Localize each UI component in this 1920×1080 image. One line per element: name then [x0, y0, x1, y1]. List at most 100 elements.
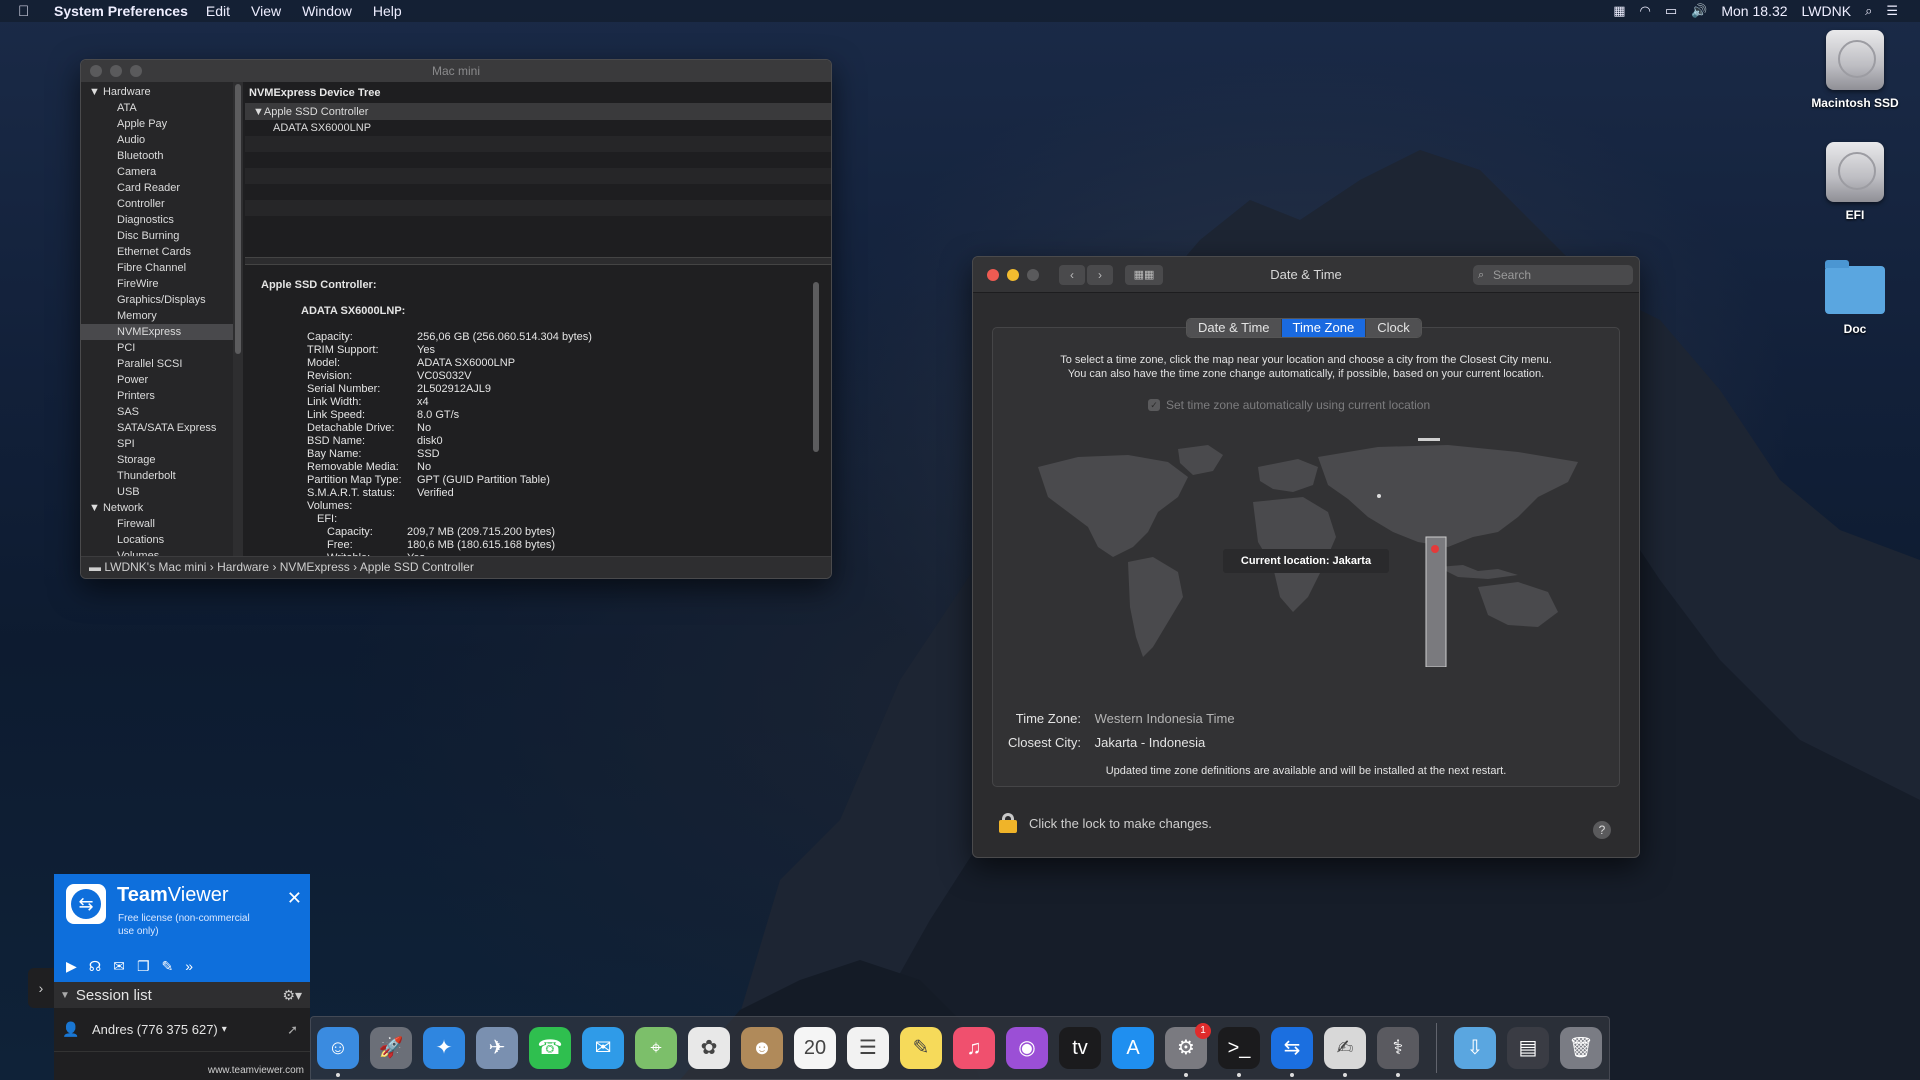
- menu-help[interactable]: Help: [373, 3, 402, 19]
- reminders-icon[interactable]: ☰: [847, 1027, 889, 1069]
- forward-button[interactable]: ›: [1087, 264, 1113, 285]
- tv-icon[interactable]: tv: [1059, 1027, 1101, 1069]
- show-all-button[interactable]: ▦▦: [1125, 264, 1163, 285]
- disclosure-triangle-icon[interactable]: ▼: [89, 86, 103, 98]
- menubar-user[interactable]: LWDNK: [1802, 3, 1852, 19]
- device-tree-row[interactable]: [245, 216, 831, 232]
- tab-time-zone[interactable]: Time Zone: [1281, 319, 1367, 337]
- tools-icon[interactable]: ✎: [162, 958, 174, 975]
- minimize-button[interactable]: [1007, 268, 1019, 281]
- checkbox-checked-icon[interactable]: ✓: [1148, 399, 1160, 411]
- video-icon[interactable]: ▶: [66, 958, 77, 975]
- lock-icon[interactable]: [999, 813, 1017, 833]
- sidebar-item[interactable]: FireWire: [81, 276, 233, 292]
- messages-icon[interactable]: ✉: [582, 1027, 624, 1069]
- auto-time-zone-checkbox[interactable]: ✓ Set time zone automatically using curr…: [1148, 398, 1430, 412]
- menubar-app-name[interactable]: System Preferences: [54, 3, 188, 19]
- sidebar-item[interactable]: Printers: [81, 388, 233, 404]
- device-tree-row[interactable]: [245, 152, 831, 168]
- menubar-clock[interactable]: Mon 18.32: [1721, 3, 1787, 19]
- maps-icon[interactable]: ⌖: [635, 1027, 677, 1069]
- gear-icon[interactable]: ⚙▾: [282, 987, 302, 1004]
- wifi-icon[interactable]: ◠: [1640, 3, 1651, 19]
- device-tree-row[interactable]: [245, 200, 831, 216]
- device-tree-row[interactable]: [245, 136, 831, 152]
- tab-clock[interactable]: Clock: [1366, 319, 1421, 337]
- menu-window[interactable]: Window: [302, 3, 352, 19]
- sidebar-item[interactable]: Apple Pay: [81, 116, 233, 132]
- split-view-divider[interactable]: [245, 257, 831, 265]
- teamviewer-url[interactable]: www.teamviewer.com: [208, 1065, 304, 1076]
- app-store-icon[interactable]: A: [1112, 1027, 1154, 1069]
- window-titlebar[interactable]: Mac mini: [81, 60, 831, 82]
- facetime-icon[interactable]: ☎: [529, 1027, 571, 1069]
- sidebar-item[interactable]: Locations: [81, 532, 233, 548]
- device-tree-row[interactable]: [245, 184, 831, 200]
- sidebar-item[interactable]: Controller: [81, 196, 233, 212]
- notes-icon[interactable]: ✎: [900, 1027, 942, 1069]
- device-tree-header[interactable]: NVMExpress Device Tree: [245, 82, 831, 104]
- collapse-triangle-icon[interactable]: ▼: [60, 990, 70, 1001]
- sidebar-item[interactable]: Memory: [81, 308, 233, 324]
- files-icon[interactable]: ❐: [137, 958, 150, 975]
- activity-monitor-icon[interactable]: ▦: [1613, 3, 1625, 19]
- teamviewer-icon[interactable]: ⇆: [1271, 1027, 1313, 1077]
- launchpad-icon[interactable]: 🚀: [370, 1027, 412, 1069]
- airplay-icon[interactable]: ▭: [1665, 3, 1677, 19]
- sidebar-item[interactable]: Volumes: [81, 548, 233, 556]
- volume-icon[interactable]: 🔊: [1691, 3, 1707, 19]
- sidebar-item[interactable]: Bluetooth: [81, 148, 233, 164]
- contacts-icon[interactable]: ☻: [741, 1027, 783, 1069]
- window-toolbar[interactable]: ‹ › ▦▦ Date & Time ⌕ Search: [973, 257, 1639, 293]
- podcasts-icon[interactable]: ◉: [1006, 1027, 1048, 1069]
- device-tree-row[interactable]: [245, 168, 831, 184]
- sidebar-item[interactable]: Storage: [81, 452, 233, 468]
- more-icon[interactable]: »: [185, 958, 193, 975]
- sidebar-item[interactable]: SATA/SATA Express: [81, 420, 233, 436]
- spotlight-search-icon[interactable]: ⌕: [1865, 3, 1872, 19]
- disclosure-triangle-icon[interactable]: ▼: [89, 502, 103, 514]
- search-field[interactable]: ⌕ Search: [1473, 265, 1633, 285]
- tab-date-time[interactable]: Date & Time: [1187, 319, 1282, 337]
- terminal-icon[interactable]: >_: [1218, 1027, 1260, 1077]
- sidebar-group[interactable]: ▼ Network: [81, 500, 233, 516]
- sidebar-item[interactable]: SAS: [81, 404, 233, 420]
- finder-icon[interactable]: ☺: [317, 1027, 359, 1077]
- teamviewer-expand-tab[interactable]: ›: [28, 968, 54, 1008]
- sidebar-item[interactable]: ATA: [81, 100, 233, 116]
- notification-center-icon[interactable]: ☰: [1886, 3, 1898, 19]
- detail-scrollbar[interactable]: [813, 282, 819, 452]
- chat-icon[interactable]: ✉: [113, 958, 125, 975]
- sidebar-item[interactable]: Fibre Channel: [81, 260, 233, 276]
- desktop-icon-doc[interactable]: Doc: [1790, 256, 1920, 336]
- safari-icon[interactable]: ✦: [423, 1027, 465, 1069]
- help-button[interactable]: ?: [1593, 821, 1611, 839]
- remote-control-icon[interactable]: ➚: [287, 1022, 298, 1038]
- close-icon[interactable]: ✕: [287, 888, 302, 909]
- photos-icon[interactable]: ✿: [688, 1027, 730, 1069]
- zoom-button[interactable]: [1027, 268, 1039, 281]
- music-icon[interactable]: ♫: [953, 1027, 995, 1069]
- desktop-icon-efi[interactable]: EFI: [1790, 142, 1920, 222]
- sidebar-item[interactable]: Ethernet Cards: [81, 244, 233, 260]
- sidebar-item[interactable]: PCI: [81, 340, 233, 356]
- sidebar-group[interactable]: ▼ Hardware: [81, 84, 233, 100]
- sidebar-item[interactable]: Graphics/Displays: [81, 292, 233, 308]
- trash-icon[interactable]: 🗑: [1560, 1027, 1602, 1069]
- system-information-icon[interactable]: ⚕: [1377, 1027, 1419, 1077]
- device-tree-row[interactable]: ▼Apple SSD Controller: [245, 104, 831, 120]
- sidebar-item[interactable]: Parallel SCSI: [81, 356, 233, 372]
- preview-icon[interactable]: ✈: [476, 1027, 518, 1069]
- sidebar-item[interactable]: Power: [81, 372, 233, 388]
- close-button[interactable]: [987, 268, 999, 281]
- script-editor-icon[interactable]: ✍: [1324, 1027, 1366, 1077]
- sidebar-scrollbar[interactable]: [233, 82, 243, 556]
- sidebar-item[interactable]: USB: [81, 484, 233, 500]
- calendar-icon[interactable]: 20: [794, 1027, 836, 1069]
- apple-menu-icon[interactable]: : [18, 3, 40, 20]
- system-preferences-icon[interactable]: ⚙ 1: [1165, 1023, 1211, 1077]
- disclosure-triangle-icon[interactable]: ▼: [253, 106, 264, 118]
- sidebar-item[interactable]: SPI: [81, 436, 233, 452]
- menu-edit[interactable]: Edit: [206, 3, 230, 19]
- session-list-header[interactable]: ▼ Session list ⚙▾: [54, 982, 310, 1008]
